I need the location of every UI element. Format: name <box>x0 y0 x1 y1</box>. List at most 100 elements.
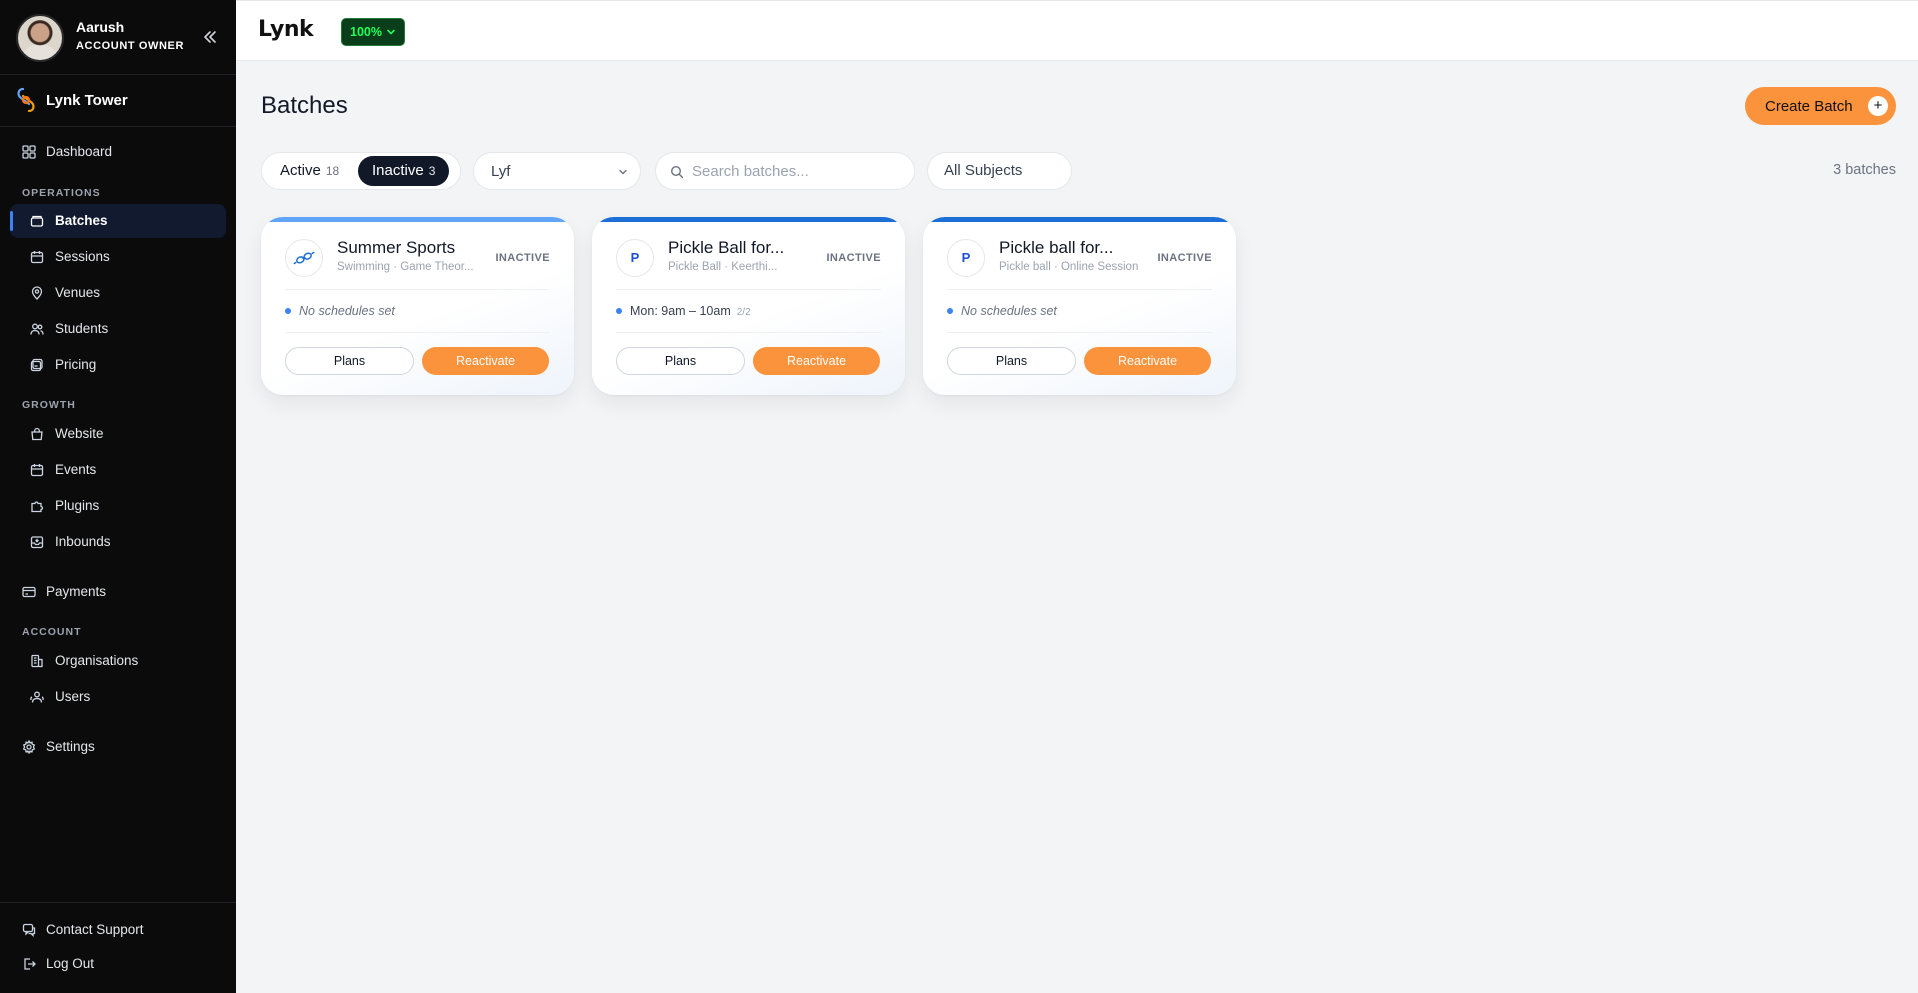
sidebar-item-label: Students <box>55 321 109 336</box>
status-badge: INACTIVE <box>826 252 881 264</box>
sidebar-item-payments[interactable]: Payments <box>10 575 226 609</box>
batch-avatar: P <box>947 239 985 277</box>
tab-inactive[interactable]: Inactive 3 <box>358 156 450 186</box>
sidebar-divider <box>0 126 236 127</box>
sidebar-item-contact-support[interactable]: Contact Support <box>10 913 226 947</box>
plans-button[interactable]: Plans <box>947 347 1076 375</box>
sidebar-item-label: Settings <box>46 739 95 754</box>
search-box <box>655 152 915 190</box>
sidebar-item-label: Organisations <box>55 653 139 668</box>
status-badge: INACTIVE <box>495 252 550 264</box>
sidebar-item-settings[interactable]: Settings <box>10 730 226 764</box>
card-divider <box>616 289 881 290</box>
card-divider <box>616 332 881 333</box>
reactivate-button[interactable]: Reactivate <box>753 347 880 375</box>
sidebar-item-sessions[interactable]: Sessions <box>10 240 226 274</box>
inbox-icon <box>30 536 44 549</box>
card-divider <box>285 332 550 333</box>
sidebar-item-plugins[interactable]: Plugins <box>10 489 226 523</box>
status-badge: INACTIVE <box>1157 252 1212 264</box>
sidebar-item-inbounds[interactable]: Inbounds <box>10 525 226 559</box>
completion-dropdown[interactable]: 100% <box>341 18 405 46</box>
tab-count: 18 <box>325 164 340 178</box>
card-accent-bar <box>261 217 574 222</box>
gear-icon <box>22 740 36 754</box>
avatar <box>16 14 64 62</box>
card-divider <box>285 289 550 290</box>
tab-active[interactable]: Active 18 <box>266 156 353 186</box>
chevrons-left-icon[interactable] <box>200 27 220 47</box>
card-accent-bar <box>923 217 1236 222</box>
batch-schedule: Mon: 9am – 10am 2/2 <box>616 304 751 318</box>
sidebar-item-venues[interactable]: Venues <box>10 276 226 310</box>
sidebar-item-label: Events <box>55 462 97 477</box>
sidebar-item-label: Users <box>55 689 91 704</box>
batch-subtitle: Pickle Ball · Keerthi... <box>668 261 778 273</box>
sidebar-item-users[interactable]: Users <box>10 680 226 714</box>
plans-button[interactable]: Plans <box>285 347 414 375</box>
section-header-operations: OPERATIONS <box>22 187 101 199</box>
sidebar-item-label: Sessions <box>55 249 110 264</box>
tab-count: 3 <box>428 164 436 178</box>
users-icon <box>30 323 44 335</box>
layers-icon <box>30 215 44 227</box>
batch-card[interactable]: P Pickle Ball for... Pickle Ball · Keert… <box>592 217 905 395</box>
top-bar: Lynk 100% <box>236 0 1918 61</box>
sidebar-item-label: Inbounds <box>55 534 111 549</box>
credit-card-icon <box>22 586 36 598</box>
status-toggle: Active 18 Inactive 3 <box>261 152 461 190</box>
map-pin-icon <box>31 286 43 300</box>
sidebar-item-label: Venues <box>55 285 101 300</box>
create-batch-button[interactable]: Create Batch + <box>1745 87 1896 125</box>
building-icon <box>31 654 43 668</box>
sidebar-item-dashboard[interactable]: Dashboard <box>10 135 226 169</box>
sidebar-item-label: Contact Support <box>46 922 144 937</box>
chevron-down-icon <box>387 29 395 35</box>
org-name: Lynk Tower <box>46 92 128 109</box>
calendar-icon <box>30 251 44 264</box>
tag-icon <box>30 358 43 372</box>
schedule-slots: 2/2 <box>736 307 751 318</box>
sidebar-item-label: Plugins <box>55 498 100 513</box>
completion-percent: 100% <box>350 25 382 39</box>
sidebar-divider <box>0 902 236 903</box>
sidebar-item-batches[interactable]: Batches <box>10 204 226 238</box>
subjects-filter[interactable]: All Subjects <box>927 152 1072 190</box>
batch-subtitle: Pickle ball · Online Session <box>999 261 1139 273</box>
plans-button[interactable]: Plans <box>616 347 745 375</box>
org-switcher[interactable]: Lynk Tower <box>14 86 224 114</box>
sidebar-item-label: Batches <box>55 213 108 228</box>
tab-label: Active <box>280 162 321 179</box>
sidebar-item-organisations[interactable]: Organisations <box>10 644 226 678</box>
sidebar-item-events[interactable]: Events <box>10 453 226 487</box>
schedule-empty: No schedules set <box>961 304 1057 318</box>
batch-title: Pickle Ball for... <box>668 238 785 257</box>
venue-select[interactable]: Lyf <box>473 152 641 190</box>
card-accent-bar <box>592 217 905 222</box>
profile[interactable]: Aarush ACCOUNT OWNER <box>16 14 220 62</box>
sidebar-item-label: Pricing <box>55 357 97 372</box>
chevron-down-icon <box>619 169 627 175</box>
schedule-dot <box>285 308 291 314</box>
reactivate-button[interactable]: Reactivate <box>1084 347 1211 375</box>
section-header-account: ACCOUNT <box>22 626 82 638</box>
batch-avatar <box>285 239 323 277</box>
brand-logo[interactable]: Lynk <box>258 17 314 42</box>
schedule-empty: No schedules set <box>299 304 395 318</box>
batch-schedule: No schedules set <box>947 304 1057 318</box>
sidebar-item-log-out[interactable]: Log Out <box>10 947 226 981</box>
grid-icon <box>22 145 36 159</box>
reactivate-button[interactable]: Reactivate <box>422 347 549 375</box>
user-group-icon <box>30 691 44 703</box>
profile-name: Aarush <box>76 19 125 35</box>
sidebar-item-students[interactable]: Students <box>10 312 226 346</box>
batch-card[interactable]: Summer Sports Swimming · Game Theor... I… <box>261 217 574 395</box>
search-icon <box>670 165 684 179</box>
search-input[interactable] <box>692 161 902 181</box>
sidebar-item-label: Dashboard <box>46 144 113 159</box>
card-divider <box>947 289 1212 290</box>
sidebar-item-website[interactable]: Website <box>10 417 226 451</box>
section-header-growth: GROWTH <box>22 399 76 411</box>
batch-card[interactable]: P Pickle ball for... Pickle ball · Onlin… <box>923 217 1236 395</box>
sidebar-item-pricing[interactable]: Pricing <box>10 348 226 382</box>
